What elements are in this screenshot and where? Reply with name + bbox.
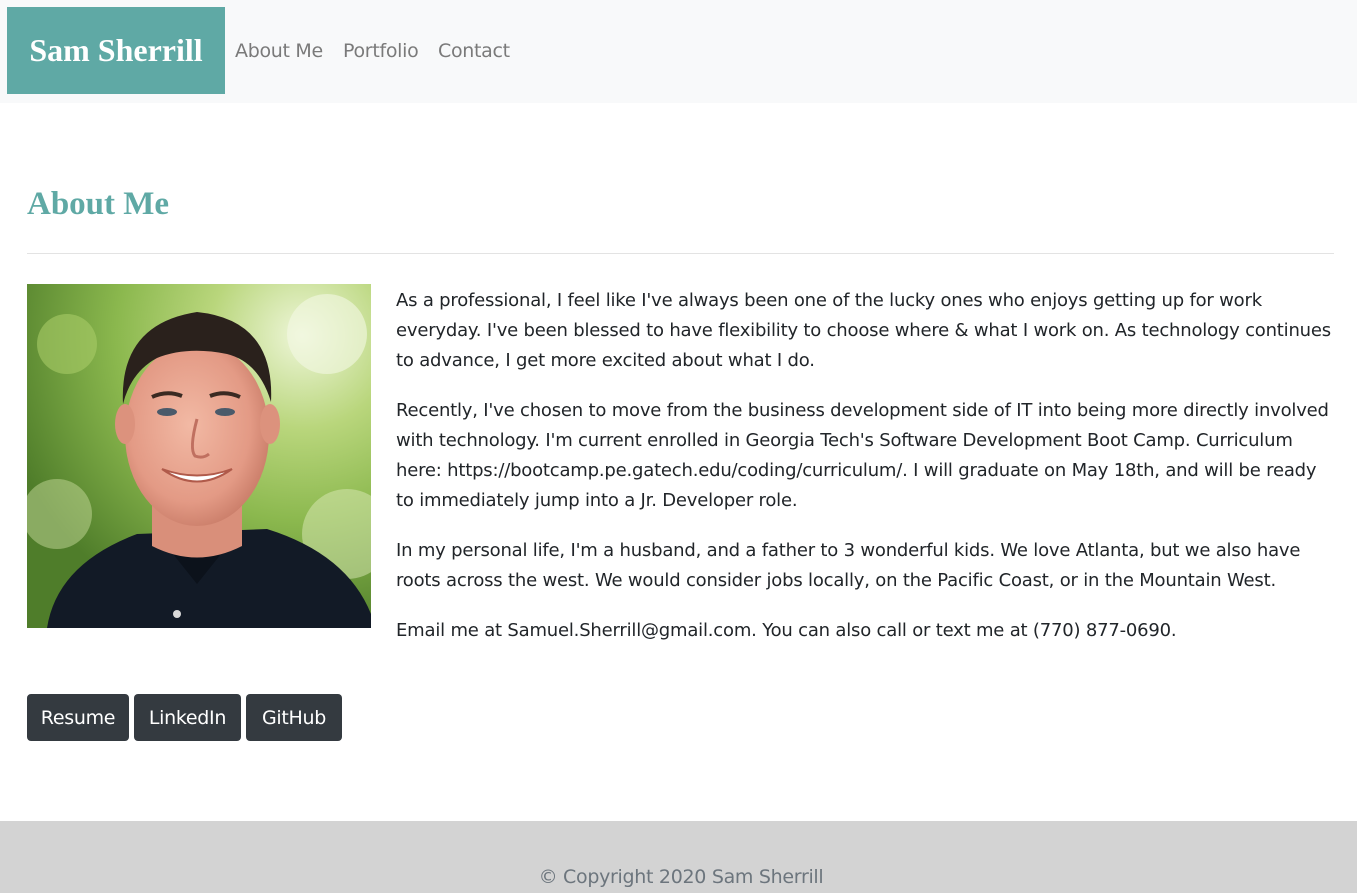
github-button[interactable]: GitHub (246, 694, 342, 741)
brand-logo[interactable]: Sam Sherrill (7, 7, 225, 94)
profile-photo (27, 284, 371, 628)
nav-link-about[interactable]: About Me (235, 39, 323, 63)
navbar: Sam Sherrill About Me Portfolio Contact (0, 0, 1357, 103)
divider (27, 253, 1334, 254)
nav-link-contact[interactable]: Contact (438, 39, 510, 63)
linkedin-button[interactable]: LinkedIn (134, 694, 241, 741)
copyright-text: © Copyright 2020 Sam Sherrill (538, 866, 824, 888)
bio-text: As a professional, I feel like I've alwa… (396, 286, 1336, 666)
page-title: About Me (27, 186, 170, 222)
bio-paragraph: Email me at Samuel.Sherrill@gmail.com. Y… (396, 620, 1177, 641)
bio-paragraph: In my personal life, I'm a husband, and … (396, 540, 1301, 591)
resume-button[interactable]: Resume (27, 694, 129, 741)
nav-link-portfolio[interactable]: Portfolio (343, 39, 419, 63)
bio-paragraph: As a professional, I feel like I've alwa… (396, 290, 1331, 371)
portrait-image (27, 284, 371, 628)
bio-paragraph: Recently, I've chosen to move from the b… (396, 400, 1329, 511)
